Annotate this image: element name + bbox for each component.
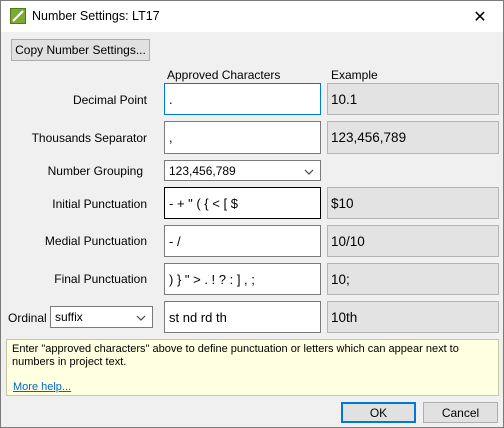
- help-text: Enter "approved characters" above to def…: [12, 343, 459, 368]
- chevron-down-icon: [304, 164, 314, 178]
- ordinal-label: Ordinal: [8, 311, 47, 325]
- help-box: Enter "approved characters" above to def…: [6, 339, 499, 396]
- app-icon: [10, 8, 26, 24]
- final-punctuation-example: 10;: [327, 263, 499, 295]
- ordinal-select[interactable]: suffix: [50, 306, 153, 328]
- window-title: Number Settings: LT17: [32, 9, 160, 23]
- ordinal-example: 10th: [327, 301, 499, 333]
- number-grouping-value: 123,456,789: [169, 163, 236, 178]
- title-bar: Number Settings: LT17 ✕: [1, 1, 503, 32]
- decimal-point-label: Decimal Point: [72, 93, 147, 107]
- thousands-separator-label: Thousands Separator: [31, 131, 147, 145]
- cancel-button[interactable]: Cancel: [423, 402, 498, 423]
- initial-punctuation-label: Initial Punctuation: [52, 197, 147, 211]
- more-help-link[interactable]: More help...: [13, 381, 71, 394]
- number-grouping-label: Number Grouping: [47, 164, 143, 178]
- initial-punctuation-input[interactable]: - + " ( { < [ $: [164, 187, 321, 219]
- medial-punctuation-label: Medial Punctuation: [44, 234, 147, 248]
- ordinal-input[interactable]: st nd rd th: [164, 301, 321, 333]
- thousands-separator-example: 123,456,789: [327, 121, 499, 154]
- initial-punctuation-example: $10: [327, 187, 499, 219]
- final-punctuation-input[interactable]: ) } " > . ! ? : ] , ;: [164, 263, 321, 295]
- thousands-separator-input[interactable]: ,: [164, 121, 321, 154]
- medial-punctuation-input[interactable]: - /: [164, 225, 321, 257]
- number-grouping-select[interactable]: 123,456,789: [164, 160, 321, 181]
- number-settings-dialog: Number Settings: LT17 ✕ Copy Number Sett…: [0, 0, 504, 428]
- ordinal-value: suffix: [55, 310, 83, 324]
- approved-characters-header: Approved Characters: [167, 68, 281, 82]
- example-header: Example: [331, 68, 378, 82]
- medial-punctuation-example: 10/10: [327, 225, 499, 257]
- chevron-down-icon: [136, 310, 146, 324]
- final-punctuation-label: Final Punctuation: [54, 272, 147, 286]
- ok-button[interactable]: OK: [341, 402, 416, 423]
- copy-number-settings-button[interactable]: Copy Number Settings...: [11, 39, 150, 61]
- decimal-point-example: 10.1: [327, 83, 499, 115]
- close-icon[interactable]: ✕: [457, 1, 503, 32]
- decimal-point-input[interactable]: .: [164, 83, 321, 115]
